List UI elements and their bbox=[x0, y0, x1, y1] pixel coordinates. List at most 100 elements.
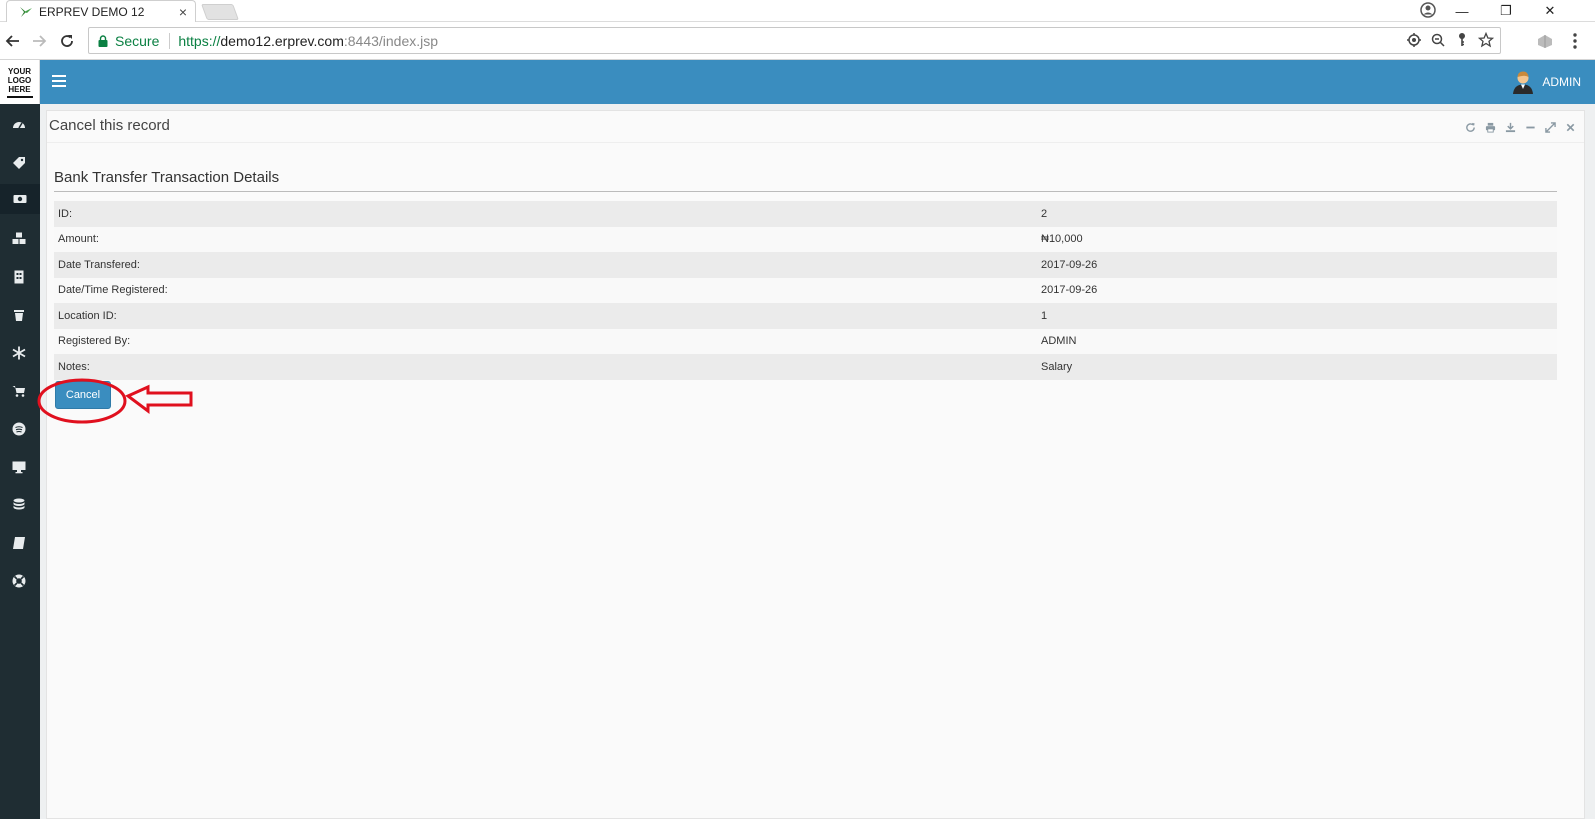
sidebar-item-snowflake[interactable] bbox=[10, 344, 28, 362]
tab-close-icon[interactable]: × bbox=[179, 4, 187, 20]
star-icon[interactable] bbox=[1478, 32, 1494, 48]
refresh-icon[interactable] bbox=[1464, 121, 1476, 133]
sidebar-item-trash[interactable] bbox=[10, 306, 28, 324]
sidebar: YOUR LOGO HERE bbox=[0, 60, 40, 819]
minimize-button[interactable]: — bbox=[1440, 0, 1484, 22]
cancel-button[interactable]: Cancel bbox=[55, 381, 111, 409]
sidebar-item-lifesaver[interactable] bbox=[10, 572, 28, 590]
row-value: Salary bbox=[1037, 354, 1557, 380]
browser-tab[interactable]: ERPREV DEMO 12 × bbox=[6, 0, 196, 22]
row-label: Amount: bbox=[54, 226, 1037, 252]
lifesaver-icon bbox=[12, 574, 26, 588]
table-row: Registered By: ADMIN bbox=[54, 328, 1557, 354]
table-row: Date Transfered: 2017-09-26 bbox=[54, 252, 1557, 278]
lock-icon bbox=[98, 34, 108, 47]
extension-icon[interactable] bbox=[1536, 33, 1554, 49]
table-row: ID: 2 bbox=[54, 201, 1557, 227]
minimize-icon[interactable] bbox=[1524, 121, 1536, 133]
row-label: ID: bbox=[54, 201, 1037, 227]
building-icon bbox=[14, 270, 24, 284]
secure-label: Secure bbox=[115, 32, 160, 49]
trash-icon bbox=[14, 310, 24, 321]
logo-line-3: HERE bbox=[8, 84, 31, 94]
window-close-button[interactable]: ✕ bbox=[1528, 0, 1572, 22]
panel-tools bbox=[1464, 121, 1576, 133]
dashboard-icon bbox=[13, 122, 25, 129]
user-avatar-icon bbox=[1513, 71, 1534, 94]
sidebar-item-database[interactable] bbox=[10, 496, 28, 514]
section-title: Bank Transfer Transaction Details bbox=[54, 169, 280, 186]
url-path: :8443/index.jsp bbox=[343, 32, 439, 49]
close-icon[interactable] bbox=[1564, 121, 1576, 133]
new-tab-button[interactable] bbox=[201, 4, 239, 20]
money-icon bbox=[13, 195, 27, 203]
reload-button[interactable] bbox=[58, 32, 76, 50]
desktop-icon bbox=[12, 461, 26, 474]
sidebar-item-spotify[interactable] bbox=[10, 420, 28, 438]
row-value: ADMIN bbox=[1037, 328, 1557, 354]
logo[interactable]: YOUR LOGO HERE bbox=[0, 60, 40, 104]
book-icon bbox=[13, 537, 25, 549]
sidebar-item-desktop[interactable] bbox=[10, 458, 28, 476]
key-icon[interactable] bbox=[1454, 32, 1470, 48]
table-row: Amount: ₦10,000 bbox=[54, 226, 1557, 252]
logo-line-1: YOUR bbox=[7, 66, 32, 76]
row-value: 2 bbox=[1037, 201, 1557, 227]
erprev-favicon-icon bbox=[20, 6, 32, 17]
user-menu[interactable]: ADMIN bbox=[1512, 70, 1581, 94]
sidebar-item-cart[interactable] bbox=[10, 382, 28, 400]
app-header: ADMIN bbox=[40, 60, 1595, 104]
row-value: 2017-09-26 bbox=[1037, 252, 1557, 278]
address-bar[interactable]: Secure https://demo12.erprev.com:8443/in… bbox=[88, 27, 1501, 54]
arrow-left-icon bbox=[5, 35, 19, 47]
sidebar-item-money[interactable] bbox=[0, 184, 40, 214]
omnibox-actions bbox=[1406, 32, 1494, 48]
row-label: Notes: bbox=[54, 354, 1037, 380]
row-label: Date Transfered: bbox=[54, 252, 1037, 278]
url-scheme: https:// bbox=[178, 32, 221, 49]
panel-header: Cancel this record bbox=[47, 111, 1584, 143]
omnibox-separator bbox=[169, 32, 171, 49]
browser-toolbar: Secure https://demo12.erprev.com:8443/in… bbox=[0, 22, 1595, 60]
sidebar-item-dashboard[interactable] bbox=[10, 116, 28, 134]
expand-icon[interactable] bbox=[1544, 121, 1556, 133]
browser-menu-icon[interactable] bbox=[1572, 32, 1578, 50]
zoom-icon[interactable] bbox=[1430, 32, 1446, 48]
back-button[interactable] bbox=[4, 32, 22, 50]
arrow-right-icon bbox=[33, 35, 47, 47]
cart-icon bbox=[12, 386, 25, 397]
print-icon[interactable] bbox=[1484, 121, 1496, 133]
browser-tab-title: ERPREV DEMO 12 bbox=[39, 4, 145, 19]
page-title: Cancel this record bbox=[49, 117, 170, 134]
spotify-icon bbox=[12, 422, 26, 436]
section-divider bbox=[54, 191, 1557, 192]
restore-button[interactable]: ❐ bbox=[1484, 0, 1528, 22]
database-icon bbox=[13, 498, 25, 510]
logo-underline bbox=[6, 95, 33, 98]
menu-toggle-icon[interactable] bbox=[52, 75, 66, 89]
cancel-record-panel: Cancel this record Bank Transfer Transac… bbox=[46, 110, 1585, 819]
row-value: 1 bbox=[1037, 303, 1557, 329]
row-value: ₦10,000 bbox=[1037, 226, 1557, 252]
sidebar-item-building[interactable] bbox=[10, 268, 28, 286]
reload-icon bbox=[61, 35, 73, 47]
row-label: Location ID: bbox=[54, 303, 1037, 329]
main-content: Cancel this record Bank Transfer Transac… bbox=[40, 104, 1595, 819]
row-label: Date/Time Registered: bbox=[54, 277, 1037, 303]
cubes-icon bbox=[12, 232, 26, 244]
table-row: Notes: Salary bbox=[54, 354, 1557, 380]
sidebar-item-book[interactable] bbox=[10, 534, 28, 552]
logo-line-2: LOGO bbox=[7, 75, 32, 85]
table-row: Date/Time Registered: 2017-09-26 bbox=[54, 277, 1557, 303]
forward-button[interactable] bbox=[30, 32, 48, 50]
details-table: ID: 2 Amount: ₦10,000 Date Transfered: 2017… bbox=[54, 201, 1557, 380]
location-icon[interactable] bbox=[1406, 32, 1422, 48]
download-icon[interactable] bbox=[1504, 121, 1516, 133]
sidebar-item-cubes[interactable] bbox=[10, 230, 28, 248]
profile-icon[interactable] bbox=[1420, 2, 1436, 18]
row-label: Registered By: bbox=[54, 328, 1037, 354]
url-text: https://demo12.erprev.com:8443/index.jsp bbox=[178, 33, 438, 49]
sidebar-item-tag[interactable] bbox=[10, 154, 28, 172]
user-name: ADMIN bbox=[1542, 75, 1581, 89]
row-value: 2017-09-26 bbox=[1037, 277, 1557, 303]
